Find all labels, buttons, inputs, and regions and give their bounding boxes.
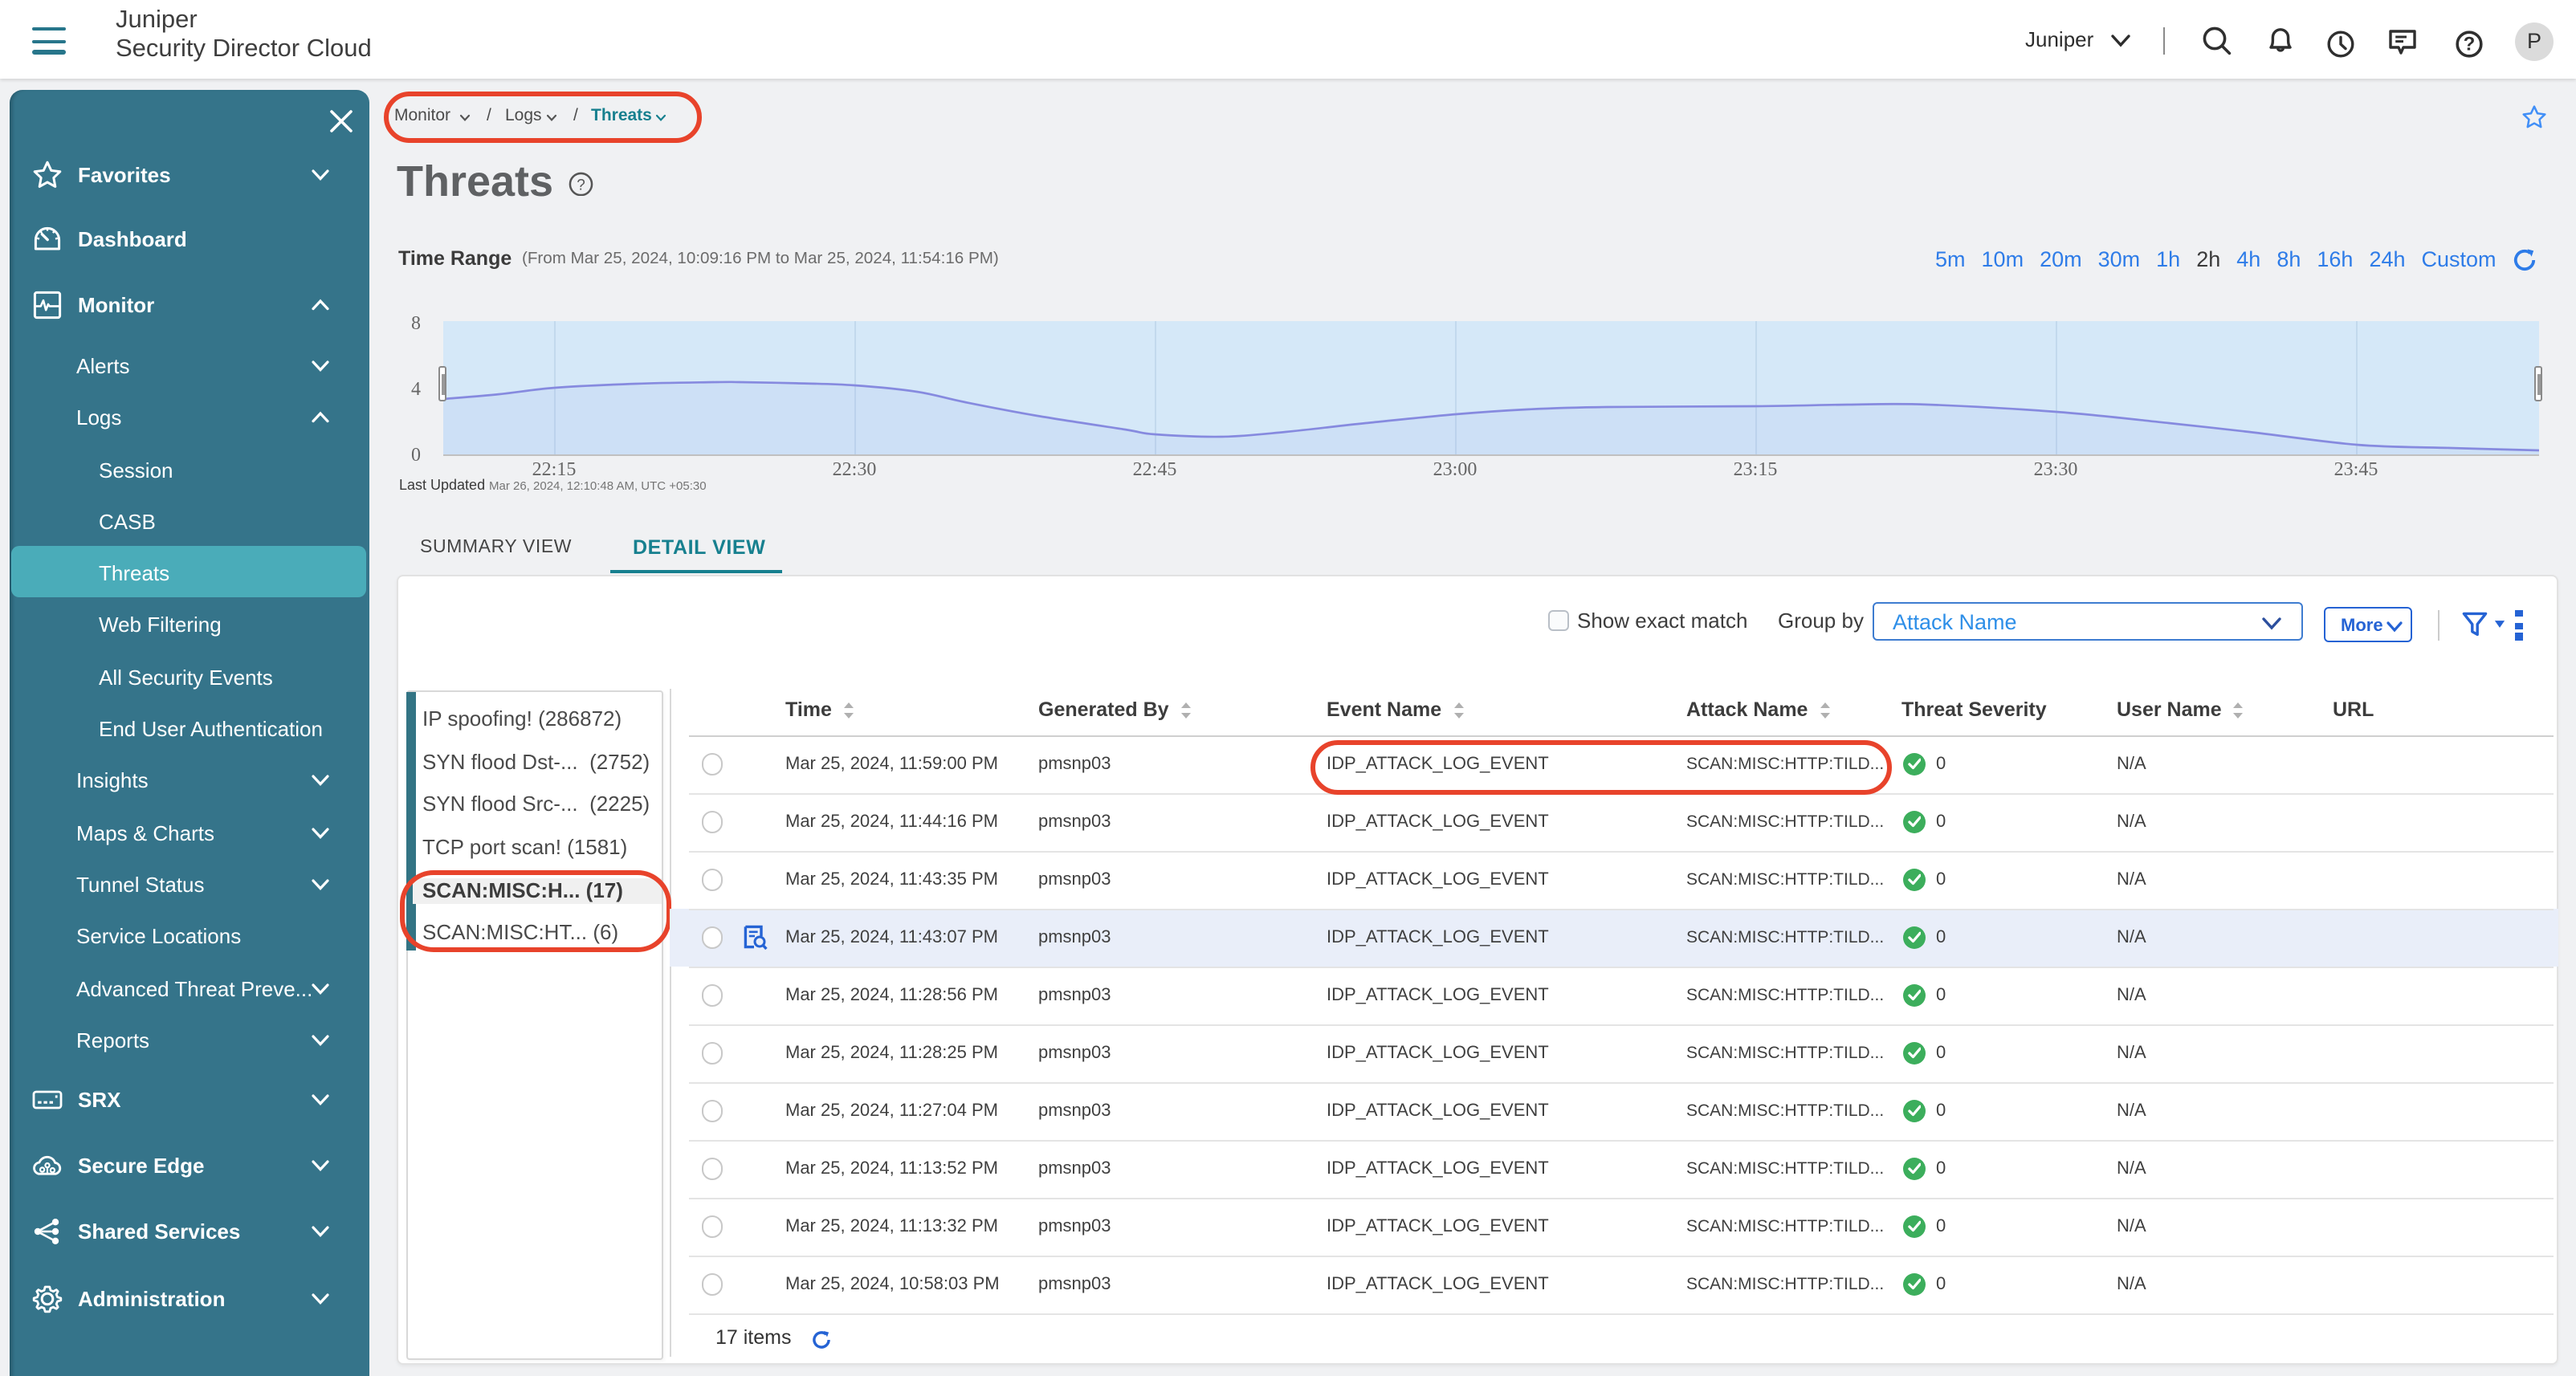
svg-text:?: ? (2464, 32, 2476, 54)
svg-text:?: ? (577, 176, 585, 193)
